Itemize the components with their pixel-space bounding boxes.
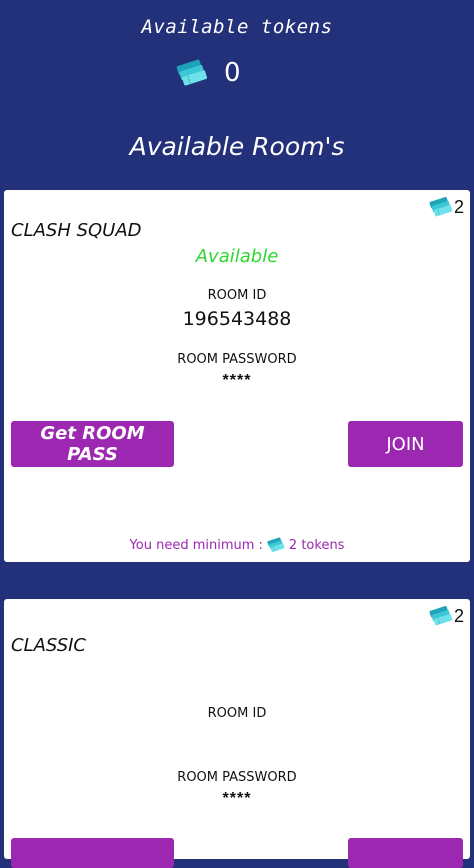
room-status: Available	[195, 246, 279, 267]
room-mode: CLASH SQUAD	[11, 220, 142, 241]
room-cost: 2	[429, 605, 464, 627]
ticket-icon	[267, 537, 285, 553]
join-button[interactable]: JOIN	[348, 421, 463, 467]
token-count: 0	[224, 58, 241, 88]
minimum-tokens-suffix: 2 tokens	[288, 537, 345, 553]
room-password-label: ROOM PASSWORD	[177, 352, 297, 367]
room-card: 2 CLASH SQUAD Available ROOM ID 19654348…	[4, 190, 470, 562]
room-mode: CLASSIC	[11, 635, 86, 656]
token-balance: 0	[176, 56, 241, 90]
room-card: 2 CLASSIC ROOM ID ROOM PASSWORD ****	[4, 599, 470, 868]
room-id-label: ROOM ID	[207, 706, 267, 721]
ticket-icon	[429, 196, 453, 218]
room-cost: 2	[429, 196, 464, 218]
available-rooms-title: Available Room's	[129, 132, 345, 161]
room-password-value: ****	[222, 372, 252, 389]
join-button[interactable]	[348, 838, 463, 868]
get-room-pass-button[interactable]: Get ROOM PASS	[11, 421, 174, 467]
room-id-label: ROOM ID	[207, 288, 267, 303]
minimum-tokens-prefix: You need minimum :	[129, 537, 263, 553]
available-tokens-title: Available tokens	[141, 16, 333, 38]
ticket-icon	[176, 58, 208, 88]
minimum-tokens-note: You need minimum : 2 tokens	[4, 537, 470, 553]
header: Available tokens 0 Available Room's	[0, 0, 474, 190]
room-cost-value: 2	[453, 605, 464, 626]
room-cost-value: 2	[453, 196, 464, 217]
room-password-label: ROOM PASSWORD	[177, 770, 297, 785]
room-id-value: 196543488	[182, 308, 292, 330]
room-password-value: ****	[222, 790, 252, 807]
get-room-pass-button[interactable]	[11, 838, 174, 868]
ticket-icon	[429, 605, 453, 627]
